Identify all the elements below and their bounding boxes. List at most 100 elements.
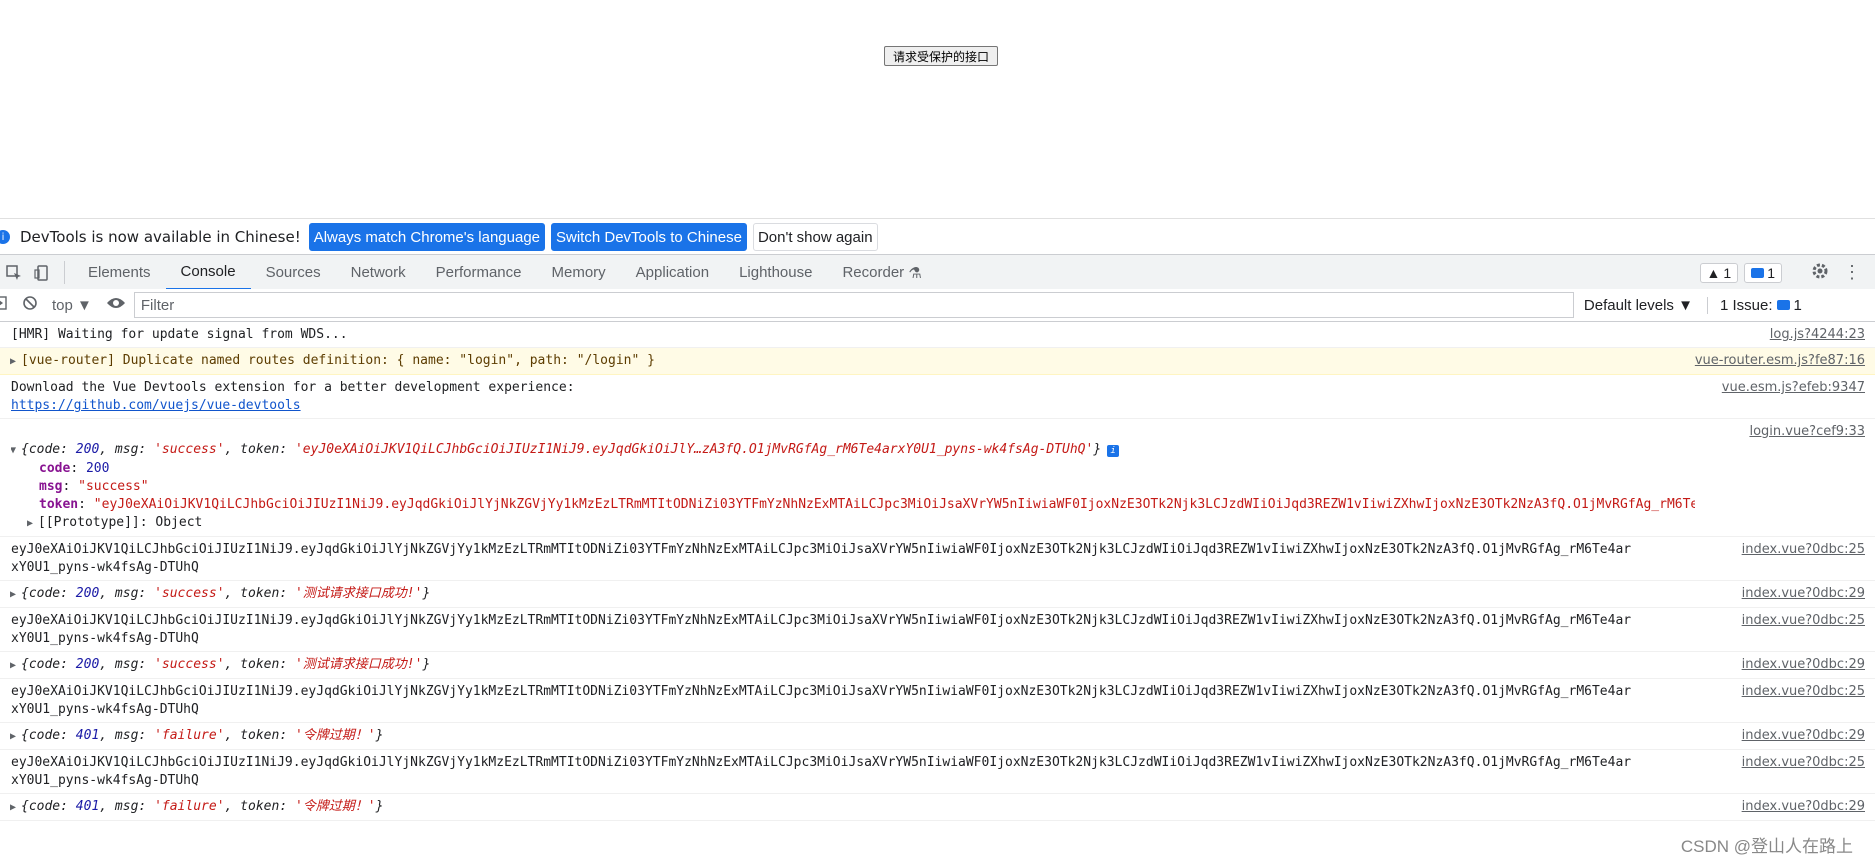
dont-show-again-button[interactable]: Don't show again (752, 223, 878, 251)
message-icon (1751, 267, 1765, 278)
infobar-message: DevTools is now available in Chinese! (20, 228, 301, 246)
code-value: 200 (75, 657, 100, 672)
warning-icon: ▲ (1706, 264, 1721, 281)
always-match-language-button[interactable]: Always match Chrome's language (308, 223, 546, 251)
warnings-counter[interactable]: ▲ 1 (1699, 262, 1739, 283)
tabbar-right: ▲ 1 1 ⋮ (1699, 255, 1875, 290)
object-summary[interactable]: ▼{code: 200, msg: 'success', token: 'eyJ… (11, 441, 1695, 460)
context-label: top (52, 296, 73, 314)
console-object[interactable]: ▶ {code: 200, msg: 'success', token: '测试请… (0, 581, 1875, 608)
source-link[interactable]: index.vue?0dbc:29 (1742, 585, 1865, 603)
property-key: msg (39, 479, 63, 494)
token-value: '令牌过期！' (294, 728, 376, 743)
expand-arrow-icon[interactable]: ▶ (10, 799, 21, 817)
console-object[interactable]: ▶ {code: 200, msg: 'success', token: '测试请… (0, 652, 1875, 679)
tab-application[interactable]: Application (621, 255, 724, 290)
collapse-arrow-icon[interactable]: ▼ (11, 442, 21, 460)
console-filter-input[interactable] (133, 292, 1574, 318)
tab-console[interactable]: Console (165, 255, 251, 290)
messages-counter[interactable]: 1 (1744, 262, 1782, 283)
tab-elements[interactable]: Elements (73, 255, 166, 290)
property-token: token: "eyJ0eXAiOiJKV1QiLCJhbGciOiJIUzI1… (11, 496, 1695, 514)
settings-gear-icon[interactable] (1811, 262, 1829, 284)
msg-value: 'success' (154, 442, 225, 457)
msg-value: 'failure' (154, 728, 225, 743)
token-text-line-1: eyJ0eXAiOiJKV1QiLCJhbGciOiJIUzI1NiJ9.eyJ… (11, 542, 1632, 557)
token-value: '测试请求接口成功!' (294, 657, 423, 672)
switch-to-chinese-button[interactable]: Switch DevTools to Chinese (551, 223, 747, 251)
info-badge-icon: i (1107, 445, 1120, 457)
console-warning: ▶ [vue-router] Duplicate named routes def… (0, 348, 1875, 375)
levels-label: Default levels (1583, 296, 1674, 314)
console-message: eyJ0eXAiOiJKV1QiLCJhbGciOiJIUzI1NiJ9.eyJ… (0, 750, 1875, 794)
console-object[interactable]: ▶ {code: 401, msg: 'failure', token: '令牌过… (0, 723, 1875, 750)
source-link[interactable]: index.vue?0dbc:25 (1742, 612, 1865, 630)
clear-console-icon[interactable] (22, 295, 38, 315)
source-link[interactable]: index.vue?0dbc:25 (1742, 754, 1865, 772)
tab-performance[interactable]: Performance (421, 255, 537, 290)
console-message: Download the Vue Devtools extension for … (0, 375, 1875, 419)
source-link[interactable]: index.vue?0dbc:29 (1742, 798, 1865, 816)
log-levels-dropdown[interactable]: Default levels ▼ (1584, 297, 1693, 314)
source-link[interactable]: index.vue?0dbc:25 (1742, 541, 1865, 559)
code-value: 200 (75, 442, 100, 457)
context-selector[interactable]: top ▼ (52, 297, 92, 314)
console-message: eyJ0eXAiOiJKV1QiLCJhbGciOiJIUzI1NiJ9.eyJ… (0, 608, 1875, 652)
expand-arrow-icon[interactable]: ▶ (10, 586, 21, 604)
token-value: '测试请求接口成功!' (294, 586, 423, 601)
tab-network[interactable]: Network (336, 255, 421, 290)
source-link[interactable]: login.vue?cef9:33 (1749, 423, 1865, 441)
source-link[interactable]: index.vue?0dbc:29 (1742, 727, 1865, 745)
more-options-icon[interactable]: ⋮ (1843, 262, 1861, 283)
dropdown-arrow-icon: ▼ (1678, 296, 1693, 314)
web-page: 请求受保护的接口 (0, 0, 1875, 218)
prototype-row[interactable]: ▶ [[Prototype]]: Object (11, 514, 1695, 533)
property-value: "eyJ0eXAiOiJKV1QiLCJhbGciOiJIUzI1NiJ9.ey… (93, 497, 1695, 512)
messages-count: 1 (1767, 264, 1775, 281)
property-msg: msg: "success" (39, 479, 149, 494)
message-icon (1776, 300, 1790, 310)
token-value: 'eyJ0eXAiOiJKV1QiLCJhbGciOiJIUzI1NiJ9.ey… (294, 442, 1094, 457)
message-text: Download the Vue Devtools extension for … (11, 380, 575, 395)
vue-devtools-link[interactable]: https://github.com/vuejs/vue-devtools (11, 397, 1695, 415)
tab-memory[interactable]: Memory (537, 255, 621, 290)
tab-lighthouse[interactable]: Lighthouse (724, 255, 827, 290)
source-link[interactable]: index.vue?0dbc:25 (1742, 683, 1865, 701)
console-message: eyJ0eXAiOiJKV1QiLCJhbGciOiJIUzI1NiJ9.eyJ… (0, 679, 1875, 723)
token-value: '令牌过期！' (294, 799, 376, 814)
sidebar-toggle-icon[interactable] (0, 296, 8, 314)
issues-label: 1 Issue: (1719, 296, 1773, 314)
device-toolbar-icon[interactable] (28, 255, 56, 290)
token-text-line-1: eyJ0eXAiOiJKV1QiLCJhbGciOiJIUzI1NiJ9.eyJ… (11, 613, 1632, 628)
console-toolbar: top ▼ Default levels ▼ 1 Issue: 1 (0, 289, 1875, 322)
expand-arrow-icon[interactable]: ▶ (10, 353, 21, 371)
tab-recorder-label: Recorder (842, 264, 905, 281)
devtools-tabbar: Elements Console Sources Network Perform… (0, 254, 1875, 291)
inspect-element-icon[interactable] (0, 255, 28, 290)
source-link[interactable]: index.vue?0dbc:29 (1742, 656, 1865, 674)
expand-arrow-icon[interactable]: ▶ (10, 657, 21, 675)
token-text-line-2: xY0U1_pyns-wk4fsAg-DTUhQ (11, 560, 199, 575)
source-link[interactable]: vue-router.esm.js?fe87:16 (1695, 352, 1865, 370)
expand-arrow-icon[interactable]: ▶ (27, 515, 38, 533)
token-text-line-2: xY0U1_pyns-wk4fsAg-DTUhQ (11, 702, 199, 717)
source-link[interactable]: log.js?4244:23 (1770, 326, 1865, 344)
issues-button[interactable]: 1 Issue: 1 (1706, 296, 1802, 314)
message-text: [HMR] Waiting for update signal from WDS… (11, 327, 348, 342)
divider (64, 261, 65, 284)
console-object[interactable]: ▶ {code: 401, msg: 'failure', token: '令牌过… (0, 794, 1875, 821)
console-object-expanded: login.vue?cef9:33 ▼{code: 200, msg: 'suc… (0, 419, 1875, 537)
prototype-label: [[Prototype]]: Object (38, 515, 203, 530)
tab-recorder[interactable]: Recorder ⚗ (827, 255, 936, 290)
msg-value: 'success' (154, 586, 225, 601)
token-text-line-1: eyJ0eXAiOiJKV1QiLCJhbGciOiJIUzI1NiJ9.eyJ… (11, 684, 1632, 699)
tab-sources[interactable]: Sources (251, 255, 336, 290)
msg-value: 'success' (154, 657, 225, 672)
request-protected-api-button[interactable]: 请求受保护的接口 (884, 46, 998, 66)
info-icon: i (0, 230, 10, 244)
console-message: eyJ0eXAiOiJKV1QiLCJhbGciOiJIUzI1NiJ9.eyJ… (0, 537, 1875, 581)
expand-arrow-icon[interactable]: ▶ (10, 728, 21, 746)
live-expression-eye-icon[interactable] (106, 296, 126, 314)
message-text: [vue-router] Duplicate named routes defi… (21, 353, 655, 368)
source-link[interactable]: vue.esm.js?efeb:9347 (1722, 379, 1865, 397)
